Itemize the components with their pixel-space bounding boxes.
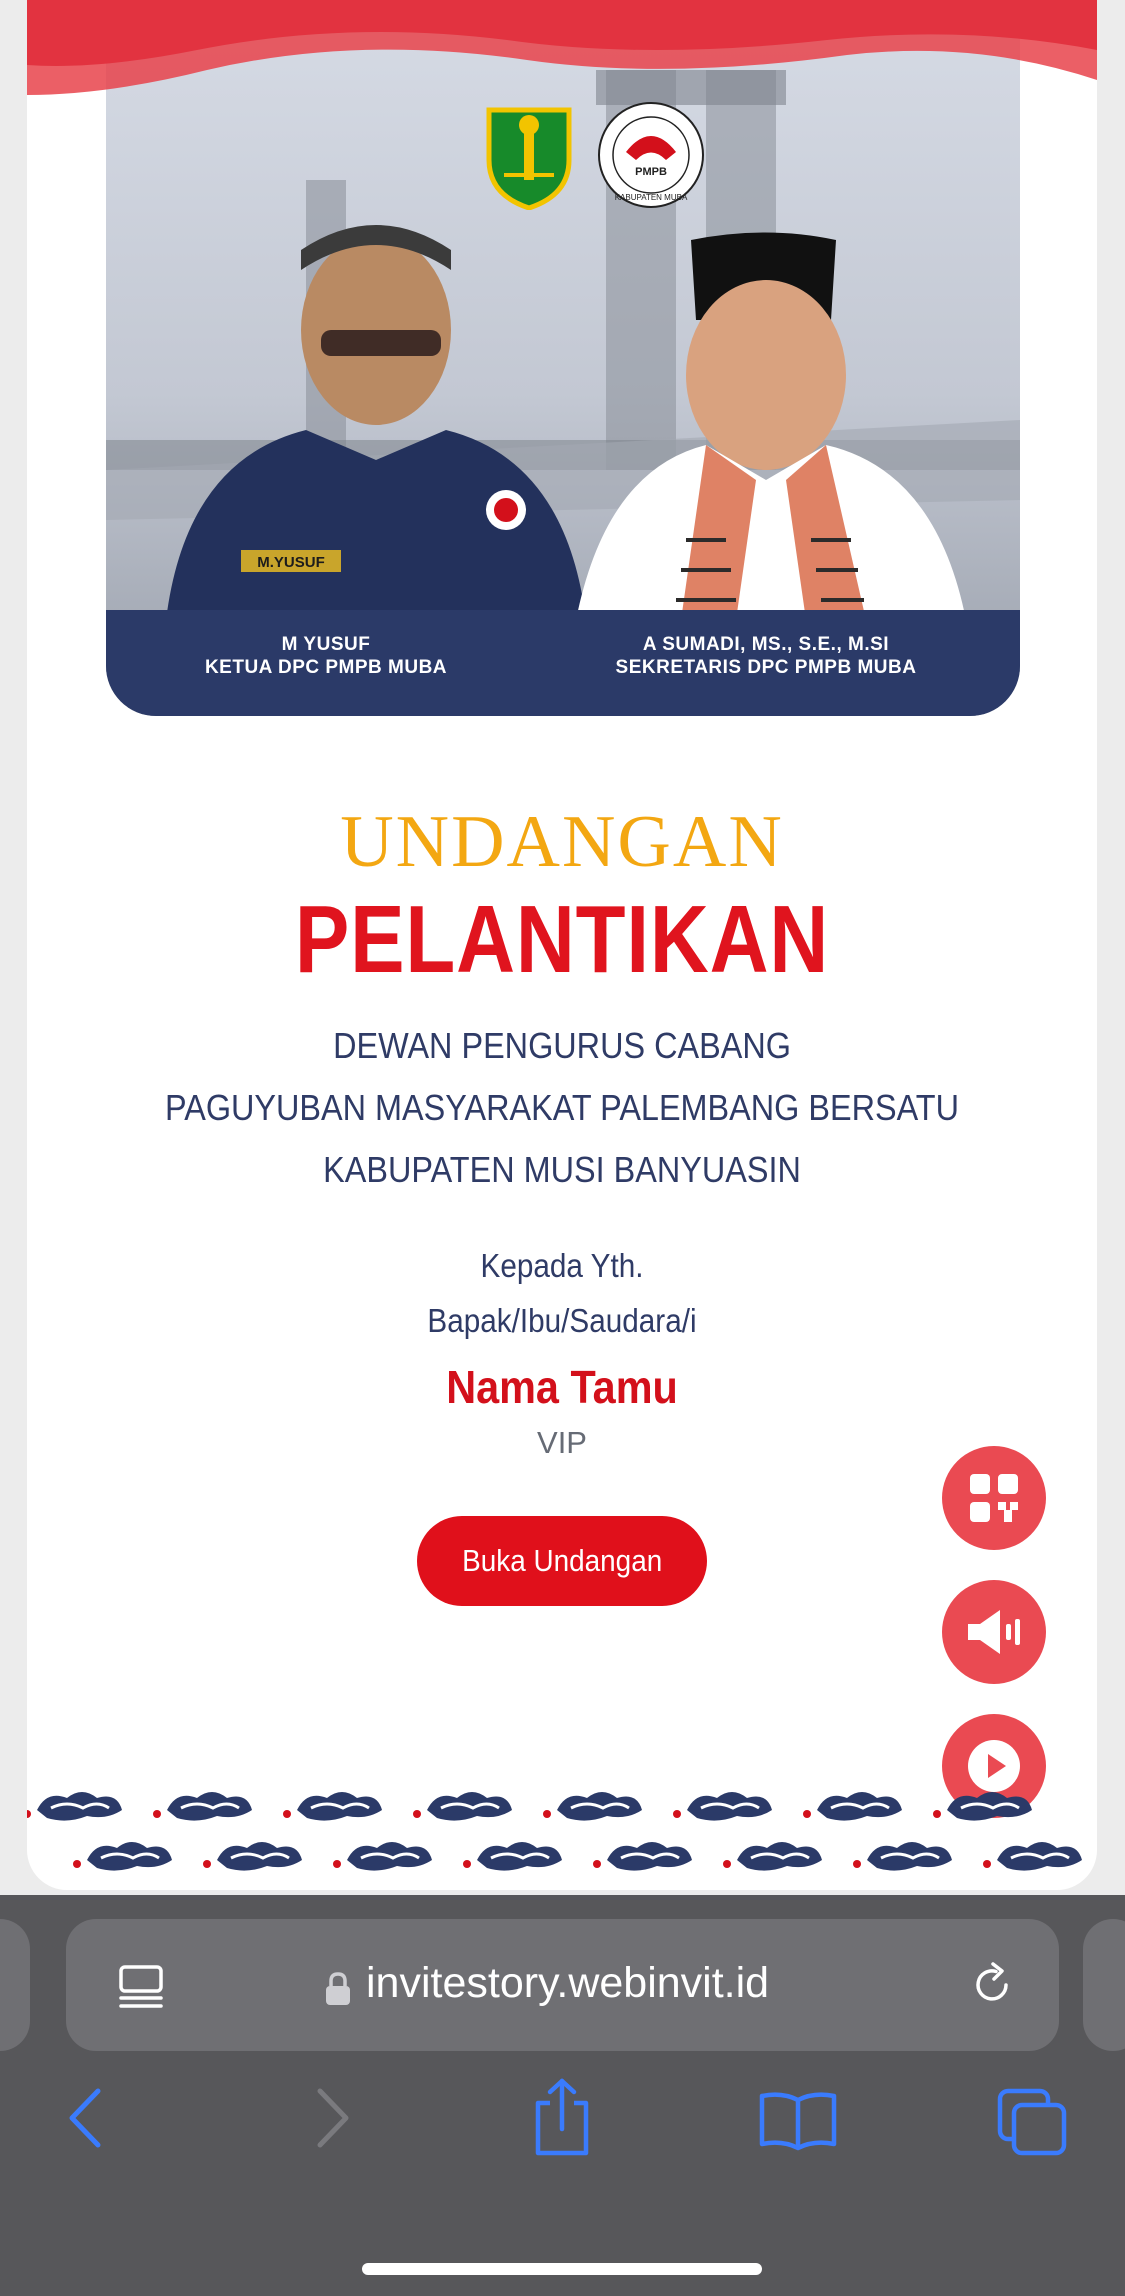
url-text: invitestory.webinvit.id — [366, 1959, 770, 2007]
web-page: M.YUSUF PMPB KABUPATEN MUBA M YUSUF KETU… — [0, 0, 1125, 1895]
invitation-card: M.YUSUF PMPB KABUPATEN MUBA M YUSUF KETU… — [27, 0, 1097, 1890]
salutation-line-2: Bapak/Ibu/Saudara/i — [427, 1302, 697, 1339]
qr-code-button[interactable] — [942, 1446, 1046, 1550]
next-tab-peek[interactable] — [1083, 1919, 1125, 2051]
back-icon[interactable] — [62, 2085, 112, 2151]
lock-icon — [326, 1972, 350, 2005]
tabs-icon[interactable] — [996, 2087, 1070, 2157]
pmpb-logo-text: PMPB — [635, 166, 667, 178]
banner-caption-bar: M YUSUF KETUA DPC PMPB MUBA A SUMADI, MS… — [106, 610, 1020, 716]
organization-name: DEWAN PENGURUS CABANG PAGUYUBAN MASYARAK… — [81, 1015, 1044, 1201]
qr-code-icon — [970, 1474, 1018, 1522]
guest-category: VIP — [537, 1425, 587, 1460]
org-line-1: DEWAN PENGURUS CABANG — [333, 1025, 791, 1066]
forward-icon[interactable] — [306, 2085, 356, 2151]
audio-toggle-button[interactable] — [942, 1580, 1046, 1684]
speaker-icon — [968, 1610, 1020, 1654]
bookmarks-icon[interactable] — [758, 2090, 838, 2152]
left-person-caption: M YUSUF KETUA DPC PMPB MUBA — [166, 633, 486, 681]
org-line-3: KABUPATEN MUSI BANYUASIN — [323, 1149, 801, 1190]
pmpb-logo-caption: KABUPATEN MUBA — [615, 193, 688, 202]
browser-toolbar: invitestory.webinvit.id — [0, 1895, 1125, 2296]
home-indicator[interactable] — [362, 2263, 762, 2275]
salutation-line-1: Kepada Yth. — [480, 1247, 644, 1284]
uniform-name-badge: M.YUSUF — [257, 554, 325, 571]
left-person-role: KETUA DPC PMPB MUBA — [204, 657, 448, 679]
left-person-name: M YUSUF — [281, 633, 371, 655]
open-invitation-label: Buka Undangan — [461, 1543, 663, 1578]
guest-name: Nama Tamu — [446, 1361, 678, 1413]
reload-icon[interactable] — [966, 1959, 1018, 2011]
right-person-name: A SUMADI, MS., S.E., M.SI — [642, 633, 890, 655]
reader-view-icon[interactable] — [116, 1961, 166, 2011]
share-icon[interactable] — [530, 2077, 594, 2157]
open-invitation-button[interactable]: Buka Undangan — [417, 1516, 707, 1606]
right-person-caption: A SUMADI, MS., S.E., M.SI SEKRETARIS DPC… — [556, 633, 976, 681]
right-person-role: SEKRETARIS DPC PMPB MUBA — [615, 657, 917, 679]
address-bar[interactable]: invitestory.webinvit.id — [66, 1919, 1059, 2051]
top-wave-decoration — [27, 0, 1097, 95]
org-line-2: PAGUYUBAN MASYARAKAT PALEMBANG BERSATU — [165, 1087, 959, 1128]
title-undangan: UNDANGAN — [340, 801, 784, 883]
recipient-salutation: Kepada Yth. Bapak/Ibu/Saudara/i — [81, 1238, 1044, 1348]
cloud-pattern-decoration — [27, 1790, 1084, 1873]
title-pelantikan: PELANTIKAN — [294, 886, 830, 993]
previous-tab-peek[interactable] — [0, 1919, 30, 2051]
